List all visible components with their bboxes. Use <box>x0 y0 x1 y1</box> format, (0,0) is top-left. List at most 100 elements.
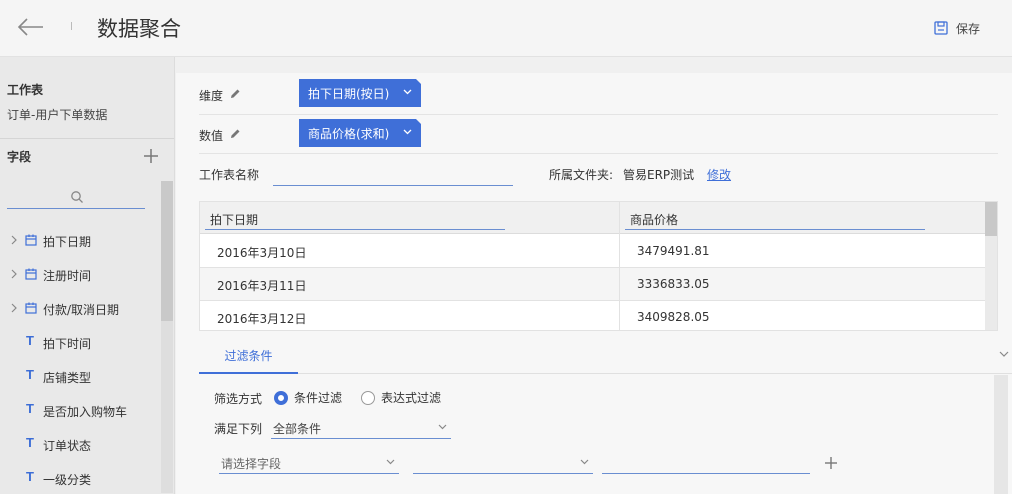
table-cell: 2016年3月11日 <box>200 268 619 301</box>
sidebar-divider <box>0 138 174 139</box>
table-cell: 2016年3月10日 <box>200 235 619 268</box>
radio-condition-filter[interactable]: 条件过滤 <box>274 389 342 406</box>
folder-edit-link[interactable]: 修改 <box>707 166 731 183</box>
value-chip[interactable]: 商品价格(求和) <box>299 119 421 147</box>
field-label: 订单状态 <box>43 439 92 453</box>
table-scroll-thumb[interactable] <box>985 202 997 236</box>
operator-select[interactable] <box>413 452 593 474</box>
sidebar-scroll-thumb[interactable] <box>161 181 173 321</box>
field-select-placeholder: 请选择字段 <box>221 457 282 471</box>
main-top-strip <box>176 57 1012 73</box>
back-arrow-icon[interactable] <box>14 14 48 40</box>
pencil-icon[interactable] <box>229 128 241 140</box>
table-header-cell[interactable]: 拍下日期 <box>200 202 619 234</box>
value-chip-label: 商品价格(求和) <box>308 126 390 141</box>
preview-table: 拍下日期 商品价格 2016年3月10日 3479491.81 2016年3月1… <box>199 201 998 331</box>
sidebar-scrollbar[interactable] <box>161 181 173 493</box>
tab-filter-conditions[interactable]: 过滤条件 <box>199 341 298 374</box>
field-label: 拍下时间 <box>43 337 92 351</box>
row-divider <box>199 114 998 115</box>
add-condition-icon[interactable] <box>824 456 838 470</box>
field-item[interactable]: T 订单状态 <box>0 428 160 462</box>
text-type-icon: T <box>26 469 34 484</box>
field-label: 注册时间 <box>43 269 92 283</box>
text-type-icon: T <box>26 333 34 348</box>
text-type-icon: T <box>26 367 34 382</box>
search-icon <box>71 191 83 203</box>
field-label: 拍下日期 <box>43 235 92 249</box>
chevron-down-icon[interactable] <box>403 89 412 95</box>
calendar-icon <box>25 302 37 314</box>
field-item[interactable]: 拍下日期 <box>0 224 160 258</box>
table-cell: 2016年3月12日 <box>200 301 619 330</box>
calendar-icon <box>25 234 37 246</box>
field-select[interactable]: 请选择字段 <box>219 452 399 474</box>
text-type-icon: T <box>26 435 34 450</box>
dimension-chip[interactable]: 拍下日期(按日) <box>299 79 421 107</box>
chevron-right-icon[interactable] <box>10 235 18 245</box>
filter-method-label: 筛选方式 <box>214 392 263 406</box>
table-cell: 3336833.05 <box>620 268 985 301</box>
table-header-cell[interactable]: 商品价格 <box>620 202 985 234</box>
filter-tabs: 过滤条件 <box>199 341 1012 374</box>
page-title: 数据聚合 <box>97 17 181 41</box>
calendar-icon <box>25 268 37 280</box>
fields-sidebar: 工作表 订单-用户下单数据 字段 拍下日期 注册时间 付款/取消日期 T 拍下时… <box>0 57 175 494</box>
dimension-label: 维度 <box>199 89 224 103</box>
worksheet-section-title: 工作表 <box>7 83 44 97</box>
main-panel: 维度 拍下日期(按日) 数值 商品价格(求和) 工作表名称 所属文件夹: 管易E… <box>176 57 1012 494</box>
column-header: 拍下日期 <box>210 213 259 227</box>
radio-dot[interactable] <box>274 390 288 405</box>
pencil-icon[interactable] <box>229 88 241 100</box>
field-item[interactable]: T 是否加入购物车 <box>0 394 160 428</box>
radio-label: 表达式过滤 <box>381 391 442 405</box>
field-label: 一级分类 <box>43 473 92 487</box>
chevron-right-icon[interactable] <box>10 303 18 313</box>
save-label: 保存 <box>956 21 981 36</box>
chevron-down-icon <box>580 459 589 465</box>
table-cell: 3409828.05 <box>620 301 985 330</box>
field-item[interactable]: T 店铺类型 <box>0 360 160 394</box>
field-search-input[interactable] <box>7 187 145 209</box>
radio-expression-filter[interactable]: 表达式过滤 <box>361 389 441 406</box>
row-divider <box>199 153 998 154</box>
chevron-down-icon <box>438 424 447 430</box>
fields-section-title: 字段 <box>7 150 32 164</box>
header-underline <box>205 229 505 230</box>
folder-name: 管易ERP测试 <box>623 168 695 182</box>
column-header: 商品价格 <box>630 213 679 227</box>
field-label: 付款/取消日期 <box>43 303 120 317</box>
chevron-right-icon[interactable] <box>10 269 18 279</box>
header-divider <box>71 22 72 30</box>
satisfy-label: 满足下列 <box>214 422 263 436</box>
worksheet-name-input[interactable] <box>273 164 513 186</box>
chevron-down-icon <box>386 459 395 465</box>
top-header: 数据聚合 保存 <box>0 0 1012 57</box>
folder-label: 所属文件夹: <box>549 168 614 182</box>
add-field-icon[interactable] <box>143 148 159 164</box>
worksheet-name-label: 工作表名称 <box>199 168 260 182</box>
field-item[interactable]: T 一级分类 <box>0 462 160 494</box>
save-button[interactable]: 保存 <box>934 18 980 38</box>
filter-scrollbar[interactable] <box>994 375 1008 494</box>
value-label: 数值 <box>199 129 224 143</box>
radio-dot[interactable] <box>361 390 375 405</box>
chevron-down-icon[interactable] <box>403 129 412 135</box>
field-label: 是否加入购物车 <box>43 405 128 419</box>
save-icon <box>934 21 948 35</box>
field-item[interactable]: 注册时间 <box>0 258 160 292</box>
field-list: 拍下日期 注册时间 付款/取消日期 T 拍下时间 T 店铺类型 T 是否加入购物… <box>0 224 160 494</box>
field-item[interactable]: 付款/取消日期 <box>0 292 160 326</box>
radio-label: 条件过滤 <box>294 391 343 405</box>
column-separator <box>619 202 620 330</box>
field-label: 店铺类型 <box>43 371 92 385</box>
header-underline <box>625 229 925 230</box>
field-item[interactable]: T 拍下时间 <box>0 326 160 360</box>
condition-value-input[interactable] <box>602 452 810 474</box>
text-type-icon: T <box>26 401 34 416</box>
satisfy-value: 全部条件 <box>273 422 322 436</box>
chevron-down-icon[interactable] <box>999 351 1009 358</box>
table-scrollbar[interactable] <box>985 202 997 330</box>
satisfy-select[interactable]: 全部条件 <box>271 417 451 439</box>
worksheet-name: 订单-用户下单数据 <box>7 108 108 122</box>
